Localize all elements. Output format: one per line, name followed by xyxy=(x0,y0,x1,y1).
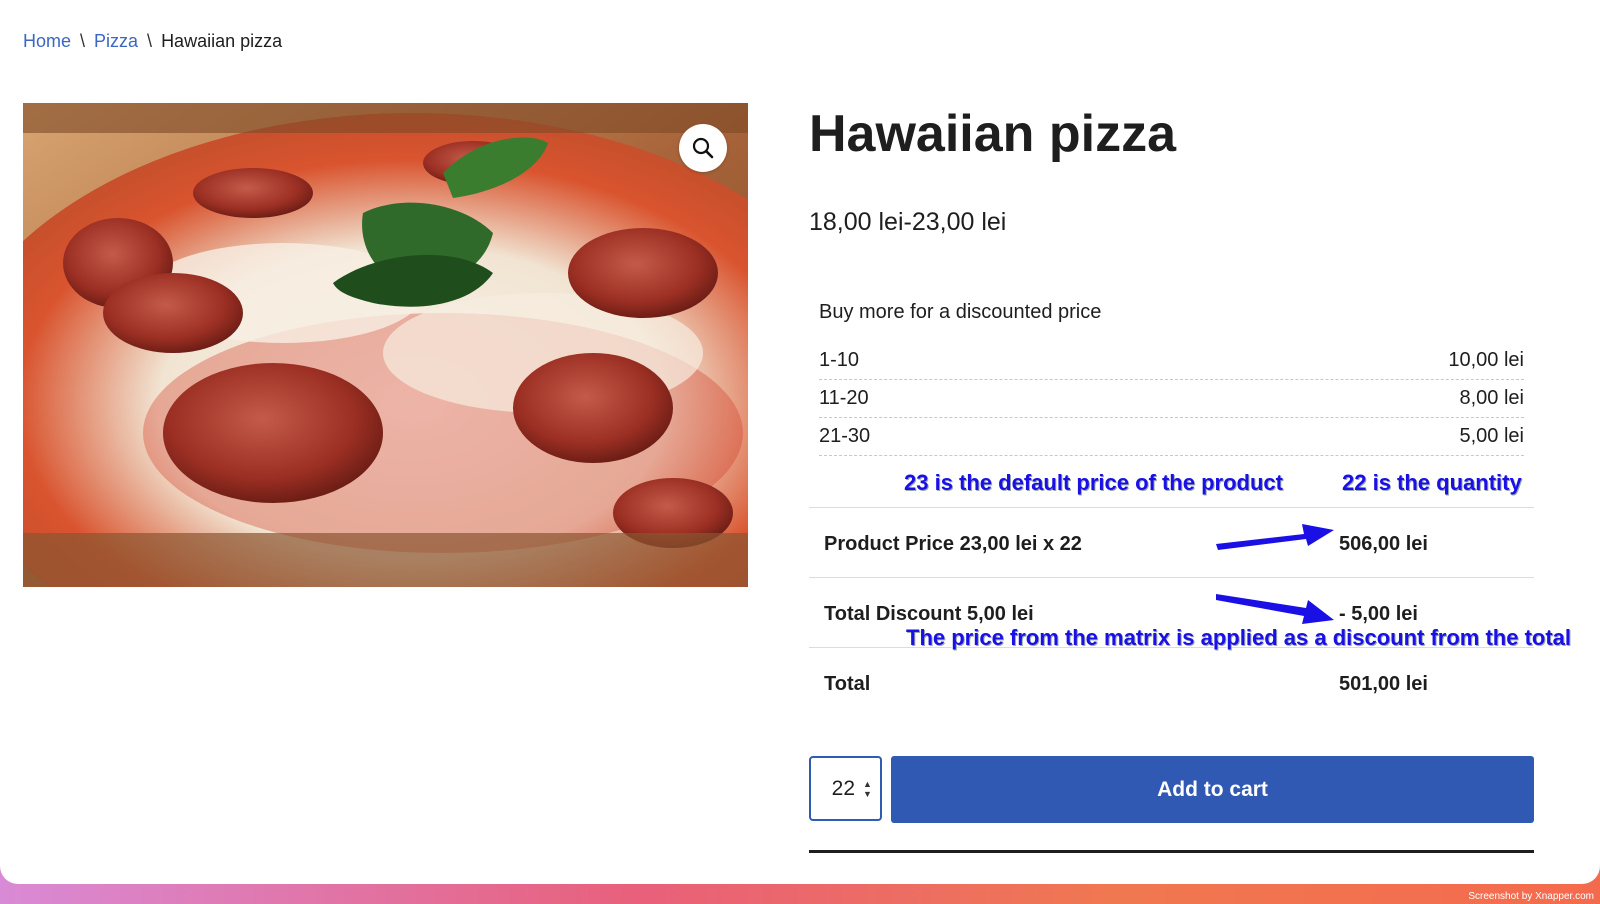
quantity-input[interactable] xyxy=(819,775,858,802)
breadcrumb-pizza-link[interactable]: Pizza xyxy=(94,31,138,51)
breadcrumb-separator: \ xyxy=(147,31,153,51)
product-image[interactable] xyxy=(23,103,748,587)
breadcrumb: Home \ Pizza \ Hawaiian pizza xyxy=(23,31,282,52)
total-row: Total 501,00 lei xyxy=(809,647,1534,717)
product-price-label: Product Price 23,00 lei x 22 xyxy=(824,533,1082,555)
caret-up-icon[interactable]: ▲ xyxy=(863,779,872,789)
caret-down-icon[interactable]: ▼ xyxy=(863,789,872,799)
arrow-annotation-icon xyxy=(1216,594,1334,624)
matrix-price: 5,00 lei xyxy=(1459,425,1525,447)
price-summary: Product Price 23,00 lei x 22 506,00 lei … xyxy=(809,507,1534,717)
annotation-quantity: 22 is the quantity xyxy=(1342,470,1522,495)
divider xyxy=(809,850,1534,853)
matrix-range: 11-20 xyxy=(819,387,869,409)
matrix-price: 8,00 lei xyxy=(1459,387,1525,409)
breadcrumb-current: Hawaiian pizza xyxy=(161,31,283,51)
product-price-value: 506,00 lei xyxy=(1339,533,1428,555)
price-range: 18,00 lei-23,00 lei xyxy=(809,208,1007,236)
matrix-range: 1-10 xyxy=(819,349,860,371)
stepper-controls[interactable]: ▲ ▼ xyxy=(863,779,872,799)
total-value: 501,00 lei xyxy=(1339,673,1428,695)
quantity-stepper[interactable]: ▲ ▼ xyxy=(809,756,882,821)
pizza-photo xyxy=(23,103,748,587)
discount-value: - 5,00 lei xyxy=(1339,603,1418,625)
matrix-label: Buy more for a discounted price xyxy=(819,301,1102,323)
matrix-range: 21-30 xyxy=(819,425,871,447)
matrix-row: 11-20 8,00 lei xyxy=(819,380,1524,418)
product-title: Hawaiian pizza xyxy=(809,105,1176,163)
arrow-annotation-icon xyxy=(1216,524,1334,550)
discount-label: Total Discount 5,00 lei xyxy=(824,603,1034,625)
product-price-row: Product Price 23,00 lei x 22 506,00 lei xyxy=(809,507,1534,577)
total-label: Total xyxy=(824,673,871,695)
browser-page: Home \ Pizza \ Hawaiian pizza Hawaiian p… xyxy=(0,0,1600,884)
breadcrumb-home-link[interactable]: Home xyxy=(23,31,71,51)
annotation-discount-note: The price from the matrix is applied as … xyxy=(906,625,1572,650)
screenshot-credit: Screenshot by Xnapper.com xyxy=(1468,891,1594,902)
add-to-cart-button[interactable]: Add to cart xyxy=(891,756,1534,823)
price-matrix: 1-10 10,00 lei 11-20 8,00 lei 21-30 5,00… xyxy=(819,342,1524,456)
zoom-button[interactable] xyxy=(679,124,727,172)
matrix-price: 10,00 lei xyxy=(1448,349,1524,371)
matrix-row: 21-30 5,00 lei xyxy=(819,418,1524,456)
annotation-default-price: 23 is the default price of the product xyxy=(904,470,1283,495)
breadcrumb-separator: \ xyxy=(80,31,86,51)
matrix-row: 1-10 10,00 lei xyxy=(819,342,1524,380)
search-icon xyxy=(692,137,714,159)
